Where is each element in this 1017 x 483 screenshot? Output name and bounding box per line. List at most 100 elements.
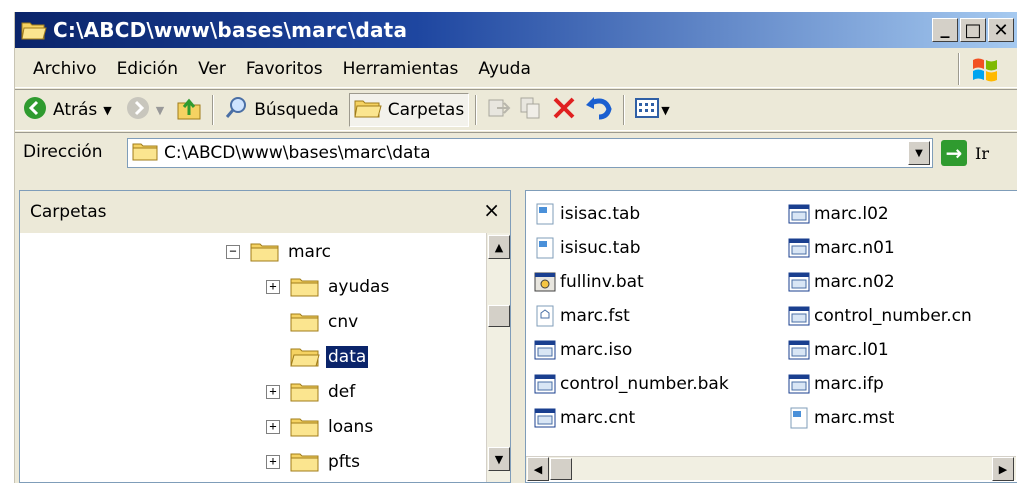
scroll-left-icon: ◀ [533, 462, 543, 476]
file-name: marc.l01 [814, 340, 889, 360]
forward-button[interactable]: ▼ [122, 93, 168, 127]
file-item[interactable]: marc.fst [534, 301, 630, 331]
tree-item-cnv[interactable]: cnv [290, 307, 360, 337]
menu-herramientas[interactable]: Herramientas [333, 59, 469, 79]
file-item[interactable]: marc.iso [534, 335, 632, 365]
scroll-thumb[interactable] [488, 305, 510, 327]
file-item[interactable]: control_number.cn [788, 301, 972, 331]
open-folder-icon [290, 346, 320, 368]
file-name: marc.ifp [814, 374, 884, 394]
address-bar: Dirección C:\ABCD\www\bases\marc\data ▼ … [15, 132, 1017, 170]
file-name: isisuc.tab [560, 238, 641, 258]
tree-item-label: data [326, 346, 369, 368]
title-bar[interactable]: C:\ABCD\www\bases\marc\data _ □ ✕ [15, 12, 1017, 48]
collapse-icon[interactable]: − [226, 245, 240, 259]
tree-item-label: cnv [328, 312, 359, 332]
menu-ayuda[interactable]: Ayuda [468, 59, 541, 79]
file-item[interactable]: marc.n01 [788, 233, 895, 263]
close-icon: ✕ [993, 19, 1009, 41]
maximize-button[interactable]: □ [960, 18, 986, 42]
delete-button[interactable] [547, 93, 581, 127]
close-pane-icon[interactable]: × [483, 198, 500, 222]
expand-icon[interactable]: + [266, 280, 280, 294]
file-item[interactable]: marc.l01 [788, 335, 889, 365]
file-name: marc.iso [560, 340, 633, 360]
file-item[interactable]: marc.cnt [534, 403, 635, 433]
undo-button[interactable] [581, 93, 617, 127]
folder-tree-scrollbar[interactable]: ▲ ▼ [486, 233, 510, 482]
text-file-icon [534, 237, 556, 259]
tree-item-data[interactable]: data [290, 342, 369, 372]
window-title: C:\ABCD\www\bases\marc\data [53, 18, 408, 42]
expand-icon[interactable]: + [266, 385, 280, 399]
address-dropdown-button[interactable]: ▼ [908, 141, 930, 165]
back-dropdown-icon[interactable]: ▼ [103, 104, 111, 117]
menu-favoritos[interactable]: Favoritos [236, 59, 333, 79]
file-list-pane: isisac.tab isisuc.tab fullinv.bat marc.f… [525, 190, 1017, 483]
menu-archivo[interactable]: Archivo [23, 59, 107, 79]
file-item[interactable]: isisac.tab [534, 199, 640, 229]
file-item[interactable]: marc.l02 [788, 199, 889, 229]
file-name: marc.fst [560, 306, 630, 326]
tree-item-pfts[interactable]: + pfts [266, 447, 362, 477]
minimize-icon: _ [940, 18, 950, 39]
menu-bar: Archivo Edición Ver Favoritos Herramient… [15, 50, 1017, 88]
folders-label: Carpetas [387, 100, 465, 120]
tree-item-marc[interactable]: − marc [226, 237, 333, 267]
scroll-down-button[interactable]: ▼ [488, 447, 510, 471]
folder-icon [290, 381, 320, 403]
views-dropdown-icon[interactable]: ▼ [661, 104, 669, 117]
text-file-icon [534, 203, 556, 225]
scroll-right-icon: ▶ [998, 462, 1008, 476]
views-button[interactable]: ▼ [631, 93, 673, 127]
tree-item-ayudas[interactable]: + ayudas [266, 272, 391, 302]
expand-icon[interactable]: + [266, 420, 280, 434]
undo-icon [585, 95, 613, 126]
go-button[interactable]: → Ir [941, 138, 989, 168]
forward-dropdown-icon[interactable]: ▼ [156, 104, 164, 117]
search-button[interactable]: Búsqueda [220, 93, 343, 127]
file-list-scrollbar[interactable]: ◀ ▶ [526, 456, 1016, 481]
scroll-right-button[interactable]: ▶ [992, 457, 1014, 481]
back-button[interactable]: Atrás ▼ [19, 93, 116, 127]
scroll-down-icon: ▼ [494, 452, 504, 466]
toolbar-divider [212, 95, 215, 125]
app-file-icon [788, 271, 810, 293]
address-field[interactable]: C:\ABCD\www\bases\marc\data ▼ [127, 138, 933, 168]
scroll-up-icon: ▲ [494, 240, 504, 254]
up-folder-button[interactable] [172, 93, 206, 127]
file-item[interactable]: control_number.bak [534, 369, 729, 399]
scroll-left-button[interactable]: ◀ [527, 457, 549, 481]
folders-button[interactable]: Carpetas [348, 93, 470, 127]
move-to-button[interactable] [483, 93, 515, 127]
app-file-icon [788, 339, 810, 361]
folder-icon [290, 451, 320, 473]
tree-item-loans[interactable]: + loans [266, 412, 375, 442]
doc-file-icon [534, 305, 556, 327]
search-icon [224, 96, 248, 125]
chevron-down-icon: ▼ [915, 147, 923, 159]
file-name: marc.l02 [814, 204, 889, 224]
scroll-thumb[interactable] [550, 458, 572, 480]
file-item[interactable]: isisuc.tab [534, 233, 641, 263]
scroll-up-button[interactable]: ▲ [488, 235, 510, 259]
menu-ver[interactable]: Ver [188, 59, 236, 79]
file-name: marc.n01 [814, 238, 895, 258]
app-file-icon [788, 305, 810, 327]
address-label: Dirección [23, 141, 103, 162]
expand-icon[interactable]: + [266, 455, 280, 469]
file-item[interactable]: marc.ifp [788, 369, 884, 399]
file-item[interactable]: marc.n02 [788, 267, 895, 297]
menu-edicion[interactable]: Edición [107, 59, 189, 79]
file-item[interactable]: fullinv.bat [534, 267, 644, 297]
file-name: marc.n02 [814, 272, 895, 292]
file-item[interactable]: marc.mst [788, 403, 894, 433]
minimize-button[interactable]: _ [932, 18, 958, 42]
tree-item-label: ayudas [328, 277, 390, 297]
close-button[interactable]: ✕ [988, 18, 1014, 42]
folder-icon [290, 311, 320, 333]
folders-pane: Carpetas × − marc + ayudas cnv data + de… [19, 190, 511, 483]
copy-to-button[interactable] [515, 93, 547, 127]
tree-item-def[interactable]: + def [266, 377, 357, 407]
folders-icon [354, 97, 382, 124]
